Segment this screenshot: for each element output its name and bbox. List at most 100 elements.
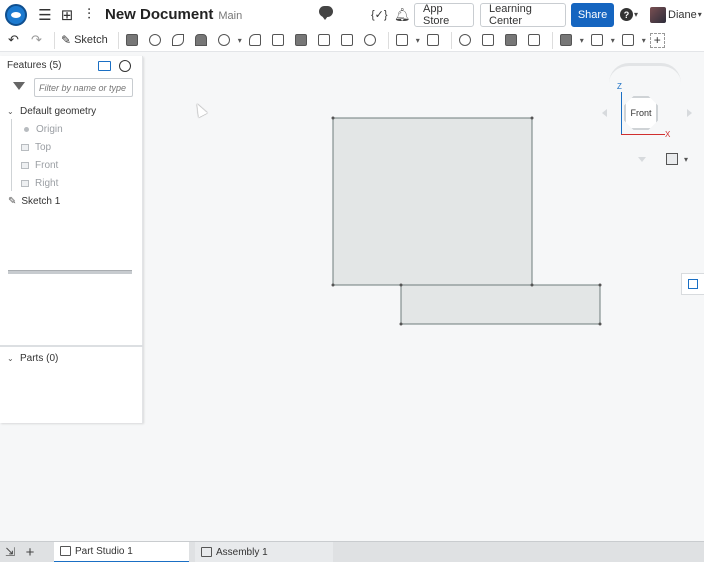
tree-item-sketch-1[interactable]: ✎ Sketch 1 [0, 192, 143, 210]
tree-item-label: Origin [36, 123, 63, 135]
parts-label: Parts (0) [20, 353, 59, 364]
modify-dropdown-icon[interactable]: ▾ [580, 36, 584, 45]
comments-icon[interactable] [319, 6, 333, 20]
tab-label: Part Studio 1 [75, 545, 133, 557]
sketch-button[interactable]: ✎ Sketch [61, 33, 108, 47]
modify-fillet-icon[interactable] [557, 31, 576, 50]
view-options-cube-icon[interactable] [666, 153, 678, 165]
help-icon[interactable]: ? [620, 8, 633, 21]
notifications-bell-icon[interactable]: 🔔︎ [394, 7, 411, 23]
shell-icon[interactable] [338, 31, 357, 50]
revolve-icon[interactable] [146, 31, 165, 50]
feature-panel: Features (5) ⌄ Default geometry Origin T… [0, 56, 143, 423]
loft-icon[interactable] [192, 31, 211, 50]
part-studio-icon [60, 546, 71, 556]
tree-item-label: Default geometry [20, 105, 97, 117]
features-heading: Features (5) [7, 60, 62, 71]
transform-icon[interactable] [502, 31, 521, 50]
rotate-down-icon[interactable] [638, 157, 646, 162]
rollback-clock-icon[interactable] [119, 60, 131, 72]
pattern-dropdown-icon[interactable]: ▾ [416, 36, 420, 45]
tree-item-label: Top [35, 141, 52, 153]
hole-icon[interactable] [361, 31, 380, 50]
redo-icon[interactable]: ↷ [27, 31, 46, 50]
menu-icon[interactable]: ☰ [36, 6, 54, 24]
toolbar-divider [54, 31, 55, 49]
fillet-icon[interactable] [246, 31, 265, 50]
tree-item-origin[interactable]: Origin [0, 120, 143, 138]
rotate-right-icon[interactable] [687, 109, 692, 117]
assembly-icon [201, 547, 212, 557]
tree-item-default-geometry[interactable]: ⌄ Default geometry [0, 102, 143, 120]
z-axis-label: Z [617, 82, 622, 91]
rollback-bar[interactable] [8, 270, 132, 274]
mate-connector-icon[interactable] [619, 31, 638, 50]
user-name: Diane [668, 8, 697, 21]
feature-list-icon[interactable]: ⊞ [58, 6, 76, 24]
toolbar-divider [450, 31, 452, 49]
new-folder-icon[interactable] [98, 61, 111, 71]
sketch-label: Sketch [74, 34, 108, 46]
panel-divider[interactable] [0, 345, 143, 347]
tab-bar: ⇲ + Part Studio 1 Assembly 1 [0, 541, 704, 562]
x-axis-line [621, 134, 665, 135]
tree-item-label: Sketch 1 [21, 195, 61, 207]
split-icon[interactable] [479, 31, 498, 50]
toolbar-divider [387, 31, 389, 49]
share-button[interactable]: Share [571, 2, 614, 27]
parts-section[interactable]: ⌄ Parts (0) [7, 353, 58, 364]
pencil-icon: ✎ [61, 33, 72, 47]
learning-center-button[interactable]: Learning Center [480, 2, 566, 27]
view-options-caret-icon[interactable]: ▾ [684, 155, 688, 164]
user-menu[interactable]: Diane ▾ [650, 0, 702, 29]
add-tool-icon[interactable]: + [649, 32, 665, 48]
thicken-dropdown-icon[interactable]: ▾ [238, 36, 242, 45]
thicken-icon[interactable] [215, 31, 234, 50]
branch-label[interactable]: Main [218, 10, 242, 22]
view-cube-front-face[interactable]: Front [624, 96, 658, 130]
tree-item-top[interactable]: Top [0, 138, 143, 156]
view-cube[interactable]: Z X Front ▾ [602, 63, 694, 173]
rotate-left-icon[interactable] [602, 109, 607, 117]
chevron-down-icon[interactable]: ⌄ [7, 107, 16, 116]
mirror-icon[interactable] [424, 31, 443, 50]
tab-assembly-1[interactable]: Assembly 1 [195, 541, 333, 562]
rib-icon[interactable] [315, 31, 334, 50]
view-cube-rotate-arc[interactable] [609, 63, 681, 83]
plane-icon [21, 179, 29, 187]
insert-icon[interactable]: ⫶ [80, 6, 98, 24]
onshape-logo-icon[interactable] [5, 3, 27, 26]
feature-toolbar: ↶ ↷ ✎ Sketch ▾ ▾ ▾ ▾ ▾ + [0, 29, 704, 52]
cube-icon [688, 279, 698, 289]
pattern-icon[interactable] [393, 31, 412, 50]
tree-item-label: Right [35, 177, 59, 189]
tree-item-right[interactable]: Right [0, 174, 143, 192]
x-axis-label: X [665, 130, 671, 139]
filter-input[interactable] [34, 78, 133, 97]
sweep-icon[interactable] [169, 31, 188, 50]
undo-icon[interactable]: ↶ [4, 31, 23, 50]
draft-icon[interactable] [292, 31, 311, 50]
plane-dropdown-icon[interactable]: ▾ [611, 36, 615, 45]
toolbar-divider [551, 31, 553, 49]
mate-dropdown-icon[interactable]: ▾ [642, 36, 646, 45]
appearance-panel-toggle[interactable] [681, 273, 704, 295]
top-header: ☰ ⊞ ⫶ New Document Main {✓} 🔔︎ App Store… [0, 0, 704, 29]
plane-icon[interactable] [588, 31, 607, 50]
extrude-icon[interactable] [123, 31, 142, 50]
boolean-icon[interactable] [456, 31, 475, 50]
tab-label: Assembly 1 [216, 546, 268, 558]
help-caret-icon[interactable]: ▾ [634, 10, 638, 19]
tab-part-studio-1[interactable]: Part Studio 1 [54, 541, 189, 562]
add-tab-icon[interactable]: + [20, 542, 40, 562]
versions-icon[interactable]: {✓} [371, 8, 388, 21]
app-store-button[interactable]: App Store [414, 2, 474, 27]
sketch-pencil-icon: ✎ [8, 195, 17, 207]
plane-icon [21, 161, 29, 169]
delete-part-icon[interactable] [525, 31, 544, 50]
chamfer-icon[interactable] [269, 31, 288, 50]
tab-manager-icon[interactable]: ⇲ [0, 542, 20, 562]
document-title[interactable]: New Document [105, 6, 213, 23]
chevron-down-icon[interactable]: ⌄ [7, 354, 16, 363]
tree-item-front[interactable]: Front [0, 156, 143, 174]
